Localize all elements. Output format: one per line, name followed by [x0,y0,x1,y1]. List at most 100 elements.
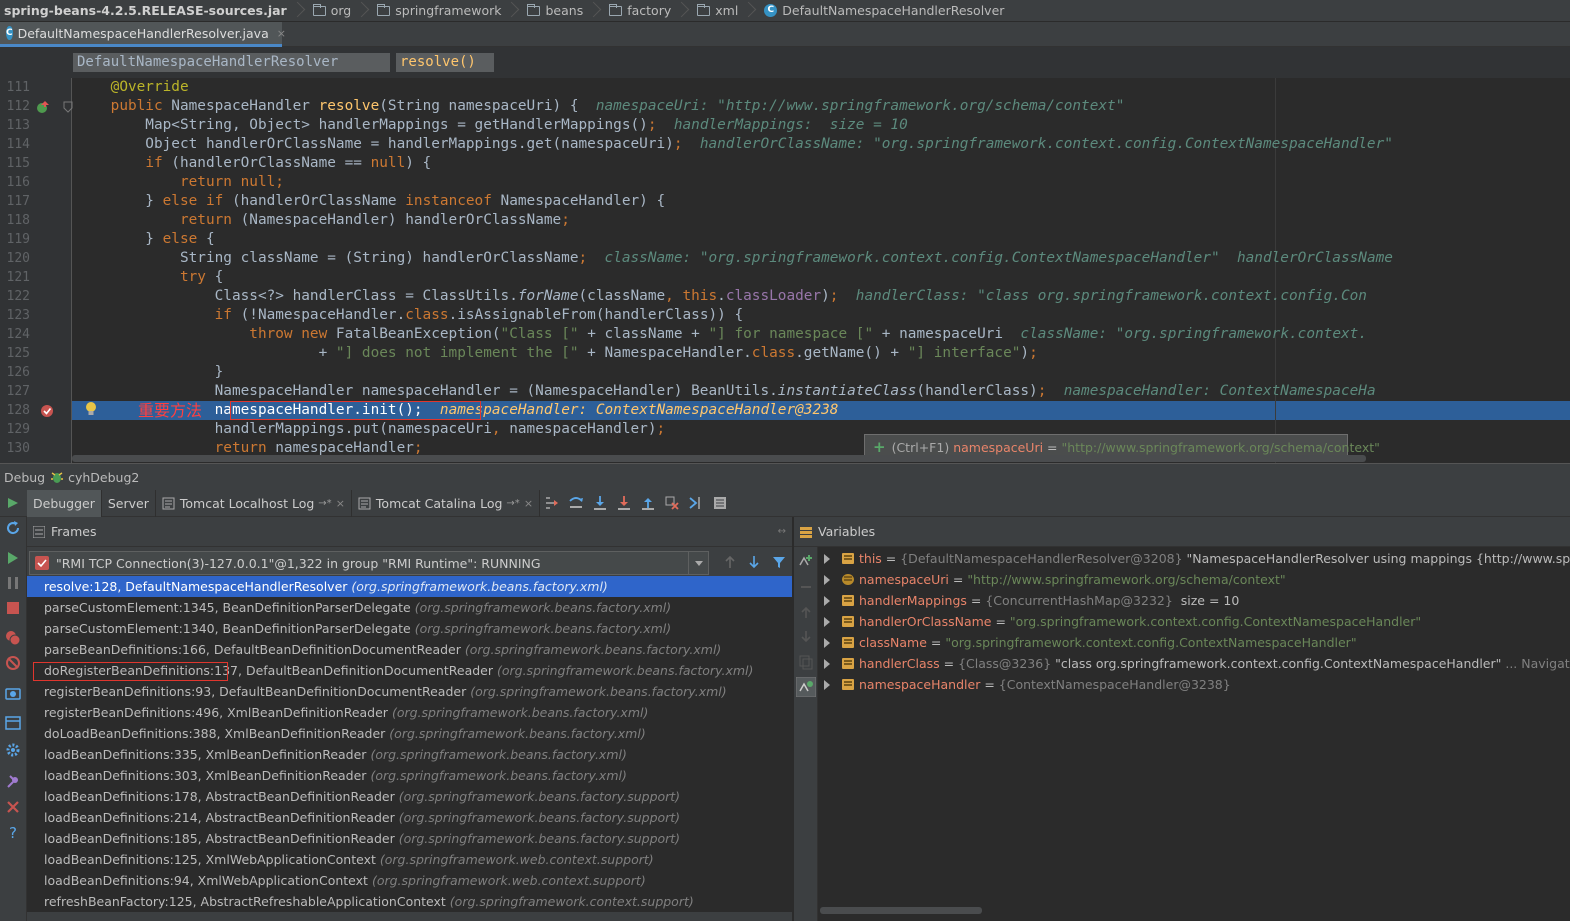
tab-tomcat-catalina-log[interactable]: Tomcat Catalina Log →* × [352,489,541,517]
evaluate-expression-icon[interactable] [712,495,728,511]
frame-row[interactable]: parseBeanDefinitions:166, DefaultBeanDef… [27,639,792,660]
variable-row-handler-mappings[interactable]: handlerMappings = {ConcurrentHashMap@323… [818,590,1239,611]
expand-triangle-icon[interactable] [824,638,830,648]
nav-crumb-label: xml [715,3,739,18]
variable-type: {DefaultNamespaceHandlerResolver@3208} [900,551,1183,566]
frame-row[interactable]: doLoadBeanDefinitions:388, XmlBeanDefini… [27,723,792,744]
frame-row[interactable]: loadBeanDefinitions:94, XmlWebApplicatio… [27,870,792,891]
restore-layout-icon[interactable] [5,715,21,731]
pin-icon[interactable]: →* [318,498,331,509]
frame-row[interactable]: loadBeanDefinitions:178, AbstractBeanDef… [27,786,792,807]
breadcrumb-class[interactable]: DefaultNamespaceHandlerResolver [73,53,390,72]
expand-plus-icon[interactable]: + [873,438,886,456]
view-breakpoints-icon[interactable] [5,630,21,646]
remove-watch-icon[interactable] [798,579,814,595]
variable-value: "org.springframework.context.config.Cont… [945,635,1357,650]
drop-frame-icon[interactable] [664,495,680,511]
mute-breakpoints-icon[interactable] [5,655,21,671]
navigate-link[interactable]: ... Navigate [1505,656,1570,671]
step-over-icon[interactable] [568,495,584,511]
pin-tab-icon[interactable] [5,774,21,790]
tab-server[interactable]: Server [102,489,156,517]
nav-crumb-class[interactable]: C DefaultNamespaceHandlerResolver [760,0,1010,21]
nav-crumb-beans[interactable]: beans [523,0,605,21]
override-gutter-icon[interactable] [36,100,50,114]
refresh-icon[interactable] [5,520,21,536]
pause-icon[interactable] [5,575,21,591]
debug-config-name[interactable]: cyhDebug2 [68,470,139,485]
editor-horizontal-scrollbar[interactable] [72,455,1366,462]
breadcrumb-method[interactable]: resolve() [396,53,494,72]
variable-row-namespace-handler[interactable]: namespaceHandler = {ContextNamespaceHand… [818,674,1231,695]
tab-tomcat-localhost-log[interactable]: Tomcat Localhost Log →* × [156,489,352,517]
pin-icon[interactable]: →* [506,498,519,509]
nav-crumb-factory[interactable]: factory [605,0,693,21]
chevron-down-icon[interactable] [688,552,708,574]
resume-icon[interactable] [5,550,21,566]
expand-triangle-icon[interactable] [824,596,830,606]
frame-row[interactable]: registerBeanDefinitions:496, XmlBeanDefi… [27,702,792,723]
copy-icon[interactable] [798,654,814,670]
stop-icon[interactable] [5,600,21,616]
move-up-icon[interactable] [798,604,814,620]
expand-triangle-icon[interactable] [824,680,830,690]
frame-row[interactable]: loadBeanDefinitions:335, XmlBeanDefiniti… [27,744,792,765]
expand-triangle-icon[interactable] [824,554,830,564]
frame-row[interactable]: loadBeanDefinitions:125, XmlWebApplicati… [27,849,792,870]
arrow-up-icon[interactable] [723,555,737,569]
frame-row[interactable]: refreshBeanFactory:125, AbstractRefresha… [27,891,792,912]
run-to-cursor-icon[interactable] [688,495,704,511]
tab-debugger[interactable]: Debugger [27,489,102,517]
editor-tab-bar: C DefaultNamespaceHandlerResolver.java × [0,22,1570,47]
rerun-icon[interactable] [5,495,21,511]
frame-row[interactable]: registerBeanDefinitions:93, DefaultBeanD… [27,681,792,702]
frame-row[interactable]: parseCustomElement:1340, BeanDefinitionP… [27,618,792,639]
nav-crumb-xml[interactable]: xml [693,0,760,21]
editor-gutter[interactable]: 111 112 113 114 115 116 117 118 119 120 … [0,78,96,463]
nav-crumb-org[interactable]: org [309,0,374,21]
force-step-into-icon[interactable] [616,495,632,511]
new-watch-icon[interactable] [798,553,814,569]
variable-row-handler-class[interactable]: handlerClass = {Class@3236} "class org.s… [818,653,1570,674]
expand-triangle-icon[interactable] [824,575,830,585]
move-down-icon[interactable] [798,629,814,645]
step-into-icon[interactable] [592,495,608,511]
variable-row-this[interactable]: this = {DefaultNamespaceHandlerResolver@… [818,548,1570,569]
panel-resize-icon[interactable]: ↔ [778,526,786,537]
frame-row[interactable]: resolve:128, DefaultNamespaceHandlerReso… [27,576,792,597]
step-out-icon[interactable] [640,495,656,511]
thread-selector[interactable]: "RMI TCP Connection(3)-127.0.0.1"@1,322 … [29,551,709,575]
code-editor[interactable]: 111 112 113 114 115 116 117 118 119 120 … [0,78,1570,463]
variable-eq: = [980,677,999,692]
filter-icon[interactable] [772,555,786,569]
editor-tab-default-namespace-handler-resolver[interactable]: C DefaultNamespaceHandlerResolver.java × [0,22,286,47]
settings-gear-icon[interactable] [5,742,21,758]
show-execution-point-icon[interactable] [544,495,560,511]
breakpoint-icon[interactable] [40,404,54,418]
fold-icon[interactable] [63,101,73,113]
nav-crumb-jar[interactable]: spring-beans-4.2.5.RELEASE-sources.jar [0,0,309,21]
camera-icon[interactable] [5,685,21,701]
expand-triangle-icon[interactable] [824,659,830,669]
variable-row-class-name[interactable]: className = "org.springframework.context… [818,632,1357,653]
arrow-down-icon[interactable] [747,555,761,569]
frame-row[interactable]: loadBeanDefinitions:303, XmlBeanDefiniti… [27,765,792,786]
variable-row-namespace-uri[interactable]: namespaceUri = "http://www.springframewo… [818,569,1286,590]
close-tab-icon[interactable]: × [524,497,533,510]
variables-horizontal-scrollbar[interactable] [820,907,982,914]
show-watches-icon[interactable] [796,677,816,697]
close-tab-icon[interactable]: × [277,27,286,40]
parameter-icon [842,574,854,585]
help-icon[interactable]: ? [5,824,21,840]
close-tab-icon[interactable]: × [336,497,345,510]
frame-row[interactable]: loadBeanDefinitions:185, AbstractBeanDef… [27,828,792,849]
frame-package: (org.springframework.beans.factory.suppo… [398,810,681,825]
expand-triangle-icon[interactable] [824,617,830,627]
variable-row-handler-or-class-name[interactable]: handlerOrClassName = "org.springframewor… [818,611,1421,632]
frame-row[interactable]: parseCustomElement:1345, BeanDefinitionP… [27,597,792,618]
nav-crumb-springframework[interactable]: springframework [373,0,523,21]
frame-row[interactable]: loadBeanDefinitions:214, AbstractBeanDef… [27,807,792,828]
close-debug-icon[interactable] [5,799,21,815]
inline-value-class-name: className: "org.springframework.context.… [604,250,1393,266]
inline-value-namespace-uri: namespaceUri: "http://www.springframewor… [595,98,1125,114]
